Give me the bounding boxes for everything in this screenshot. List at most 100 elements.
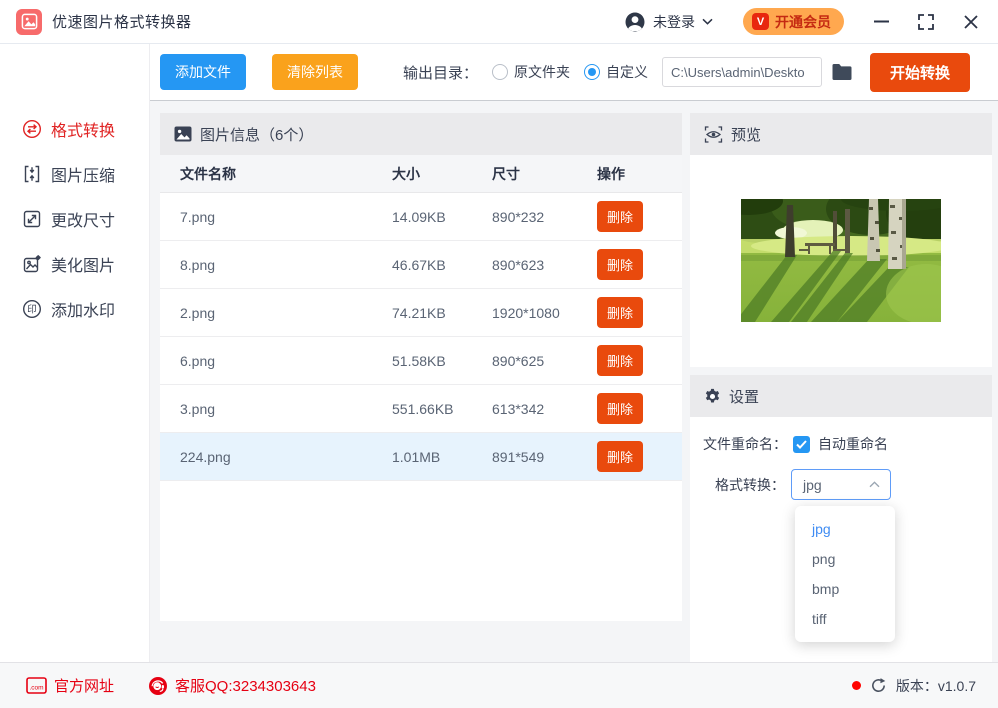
add-files-button[interactable]: 添加文件 (160, 54, 246, 90)
login-status-text: 未登录 (653, 13, 695, 30)
cell: 890*623 (492, 256, 545, 273)
preview-title: 预览 (731, 126, 762, 144)
dropdown-option-jpg[interactable]: jpg (795, 514, 895, 544)
output-path-input[interactable] (661, 57, 822, 87)
sidebar-item-compress[interactable]: 图片压缩 (0, 151, 149, 196)
open-vip-button[interactable]: V 开通会员 (743, 8, 844, 35)
start-convert-button[interactable]: 开始转换 (869, 52, 970, 92)
settings-gear-icon (705, 388, 720, 402)
status-dot (851, 681, 861, 690)
browse-folder-icon[interactable] (831, 63, 853, 81)
settings-title: 设置 (729, 388, 760, 406)
sidebar-item-format-convert[interactable]: 格式转换 (0, 106, 149, 151)
dropdown-option-png[interactable]: png (795, 544, 895, 574)
cell: 74.21KB (392, 304, 446, 321)
official-website-label: 官方网址 (54, 678, 115, 695)
delete-button[interactable]: 删除 (597, 249, 644, 280)
check-icon (796, 439, 807, 449)
radio-checked-icon (583, 64, 600, 80)
footer: .com 官方网址 客服QQ:3234303643 版本：v1.0.7 (0, 662, 998, 708)
sidebar-item-label: 图片压缩 (51, 167, 116, 185)
rename-label: 文件重命名： (703, 436, 787, 452)
cell: 890*232 (492, 208, 545, 225)
content-area: 图片信息（6个） 文件名称 大小 尺寸 操作 7.png 14.09KB 890*232 删… (150, 101, 998, 662)
cell: 551.66KB (392, 400, 454, 417)
app-window: 优速图片格式转换器 未登录 V 开通会员 格式转换 图片压缩 更改尺寸 美化图片… (0, 0, 998, 708)
app-logo-icon (16, 8, 42, 35)
table-row[interactable]: 8.png 46.67KB 890*623 删除 (160, 241, 682, 289)
table-row[interactable]: 2.png 74.21KB 1920*1080 删除 (160, 289, 682, 337)
column-header: 操作 (597, 165, 625, 182)
preview-header: 预览 (690, 113, 992, 155)
preview-image (741, 199, 941, 322)
auto-rename-checkbox[interactable] (793, 435, 810, 453)
right-panel: 预览 设置 文件重命名： 自动重命名 格式转换： jpg jpg png bmp… (690, 113, 992, 662)
app-title: 优速图片格式转换器 (52, 14, 192, 31)
sidebar-item-resize[interactable]: 更改尺寸 (0, 196, 149, 241)
sidebar-item-label: 格式转换 (51, 122, 116, 140)
official-website-link[interactable]: .com 官方网址 (26, 675, 114, 696)
cell: 891*549 (492, 448, 545, 465)
delete-button[interactable]: 删除 (597, 393, 644, 424)
cell: 46.67KB (392, 256, 446, 273)
table-row[interactable]: 224.png 1.01MB 891*549 删除 (160, 433, 682, 481)
delete-button[interactable]: 删除 (597, 201, 644, 232)
cell: 1920*1080 (492, 304, 560, 321)
chevron-down-icon (702, 18, 713, 25)
resize-icon (23, 210, 41, 227)
cell: 1.01MB (392, 448, 441, 465)
radio-source-label: 原文件夹 (513, 64, 570, 80)
clear-list-button[interactable]: 清除列表 (272, 54, 358, 90)
version-text: 版本：v1.0.7 (895, 677, 976, 694)
refresh-icon[interactable] (870, 677, 887, 694)
close-icon[interactable] (962, 13, 980, 31)
compress-icon (24, 165, 40, 182)
cell: 3.png (180, 400, 216, 417)
cell: 890*625 (492, 352, 545, 369)
svg-text:.com: .com (29, 685, 43, 692)
support-qq-label: 客服QQ:3234303643 (175, 678, 316, 695)
auto-rename-label: 自动重命名 (818, 436, 888, 452)
cell: 8.png (180, 256, 216, 273)
login-menu[interactable]: 未登录 (624, 11, 713, 33)
support-headset-icon (149, 676, 168, 695)
cell: 6.png (180, 352, 216, 369)
table-row[interactable]: 6.png 51.58KB 890*625 删除 (160, 337, 682, 385)
file-list-title: 图片信息（6个） (200, 126, 314, 144)
delete-button[interactable]: 删除 (597, 441, 644, 472)
sidebar-item-label: 添加水印 (51, 302, 116, 320)
file-list-header: 图片信息（6个） (160, 113, 682, 155)
delete-button[interactable]: 删除 (597, 297, 644, 328)
title-bar: 优速图片格式转换器 未登录 V 开通会员 (0, 0, 998, 44)
format-select[interactable]: jpg (791, 469, 891, 500)
table-header-row: 文件名称 大小 尺寸 操作 (160, 155, 682, 193)
format-selected-value: jpg (803, 476, 822, 493)
sidebar-item-beautify[interactable]: 美化图片 (0, 241, 149, 286)
column-header: 尺寸 (492, 165, 520, 182)
format-dropdown: jpg png bmp tiff (795, 506, 895, 642)
minimize-icon[interactable] (872, 13, 890, 31)
radio-source-folder[interactable]: 原文件夹 (491, 62, 570, 82)
vip-label: 开通会员 (775, 13, 831, 30)
cell: 2.png (180, 304, 216, 321)
dropdown-option-tiff[interactable]: tiff (795, 604, 895, 634)
column-header: 文件名称 (180, 165, 236, 182)
website-icon: .com (26, 677, 47, 694)
file-list-panel: 图片信息（6个） 文件名称 大小 尺寸 操作 7.png 14.09KB 890*232 删… (160, 113, 682, 621)
radio-custom-label: 自定义 (605, 64, 648, 80)
cell: 613*342 (492, 400, 545, 417)
toolbar: 添加文件 清除列表 输出目录： 原文件夹 自定义 C:\Users\admin\… (150, 44, 998, 101)
dropdown-option-bmp[interactable]: bmp (795, 574, 895, 604)
settings-body: 文件重命名： 自动重命名 格式转换： jpg jpg png bmp tiff (690, 417, 992, 662)
image-info-icon (174, 126, 192, 142)
sidebar-item-watermark[interactable]: 印 添加水印 (0, 286, 149, 331)
table-row[interactable]: 3.png 551.66KB 613*342 删除 (160, 385, 682, 433)
support-qq-link[interactable]: 客服QQ:3234303643 (148, 675, 316, 696)
table-row[interactable]: 7.png 14.09KB 890*232 删除 (160, 193, 682, 241)
maximize-icon[interactable] (917, 13, 935, 31)
delete-button[interactable]: 删除 (597, 345, 644, 376)
radio-custom-folder[interactable]: 自定义 (583, 62, 648, 82)
format-convert-icon (22, 119, 42, 138)
sidebar: 格式转换 图片压缩 更改尺寸 美化图片 印 添加水印 (0, 44, 150, 662)
file-table-body: 7.png 14.09KB 890*232 删除 8.png 46.67KB 890*623… (160, 193, 682, 481)
